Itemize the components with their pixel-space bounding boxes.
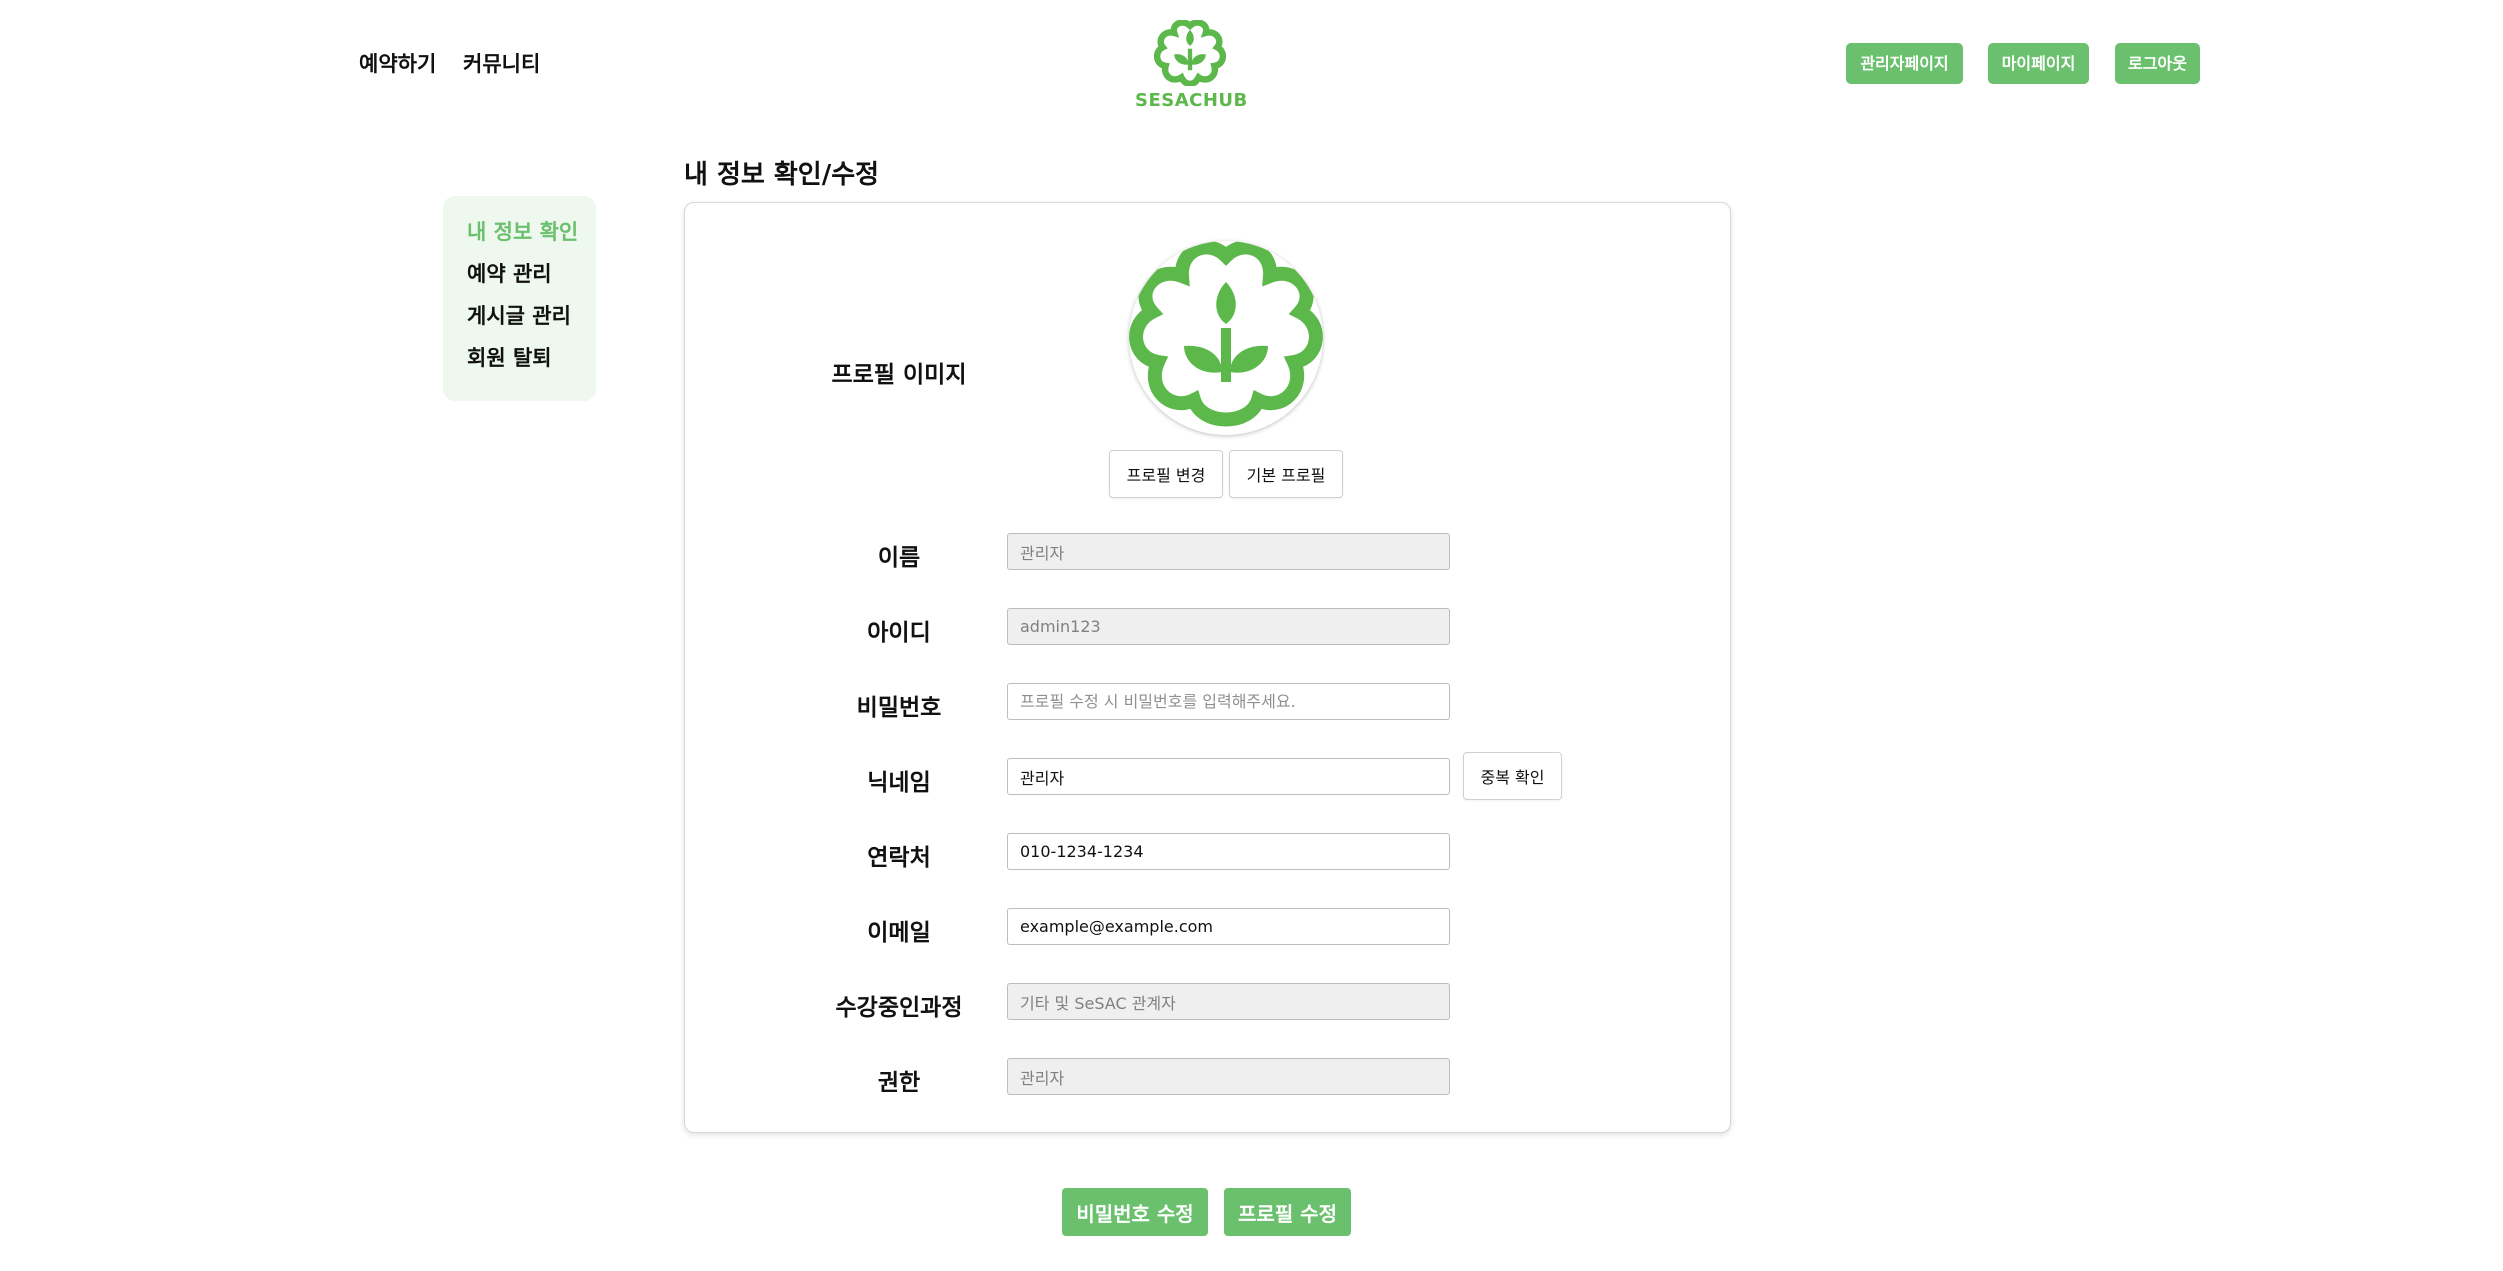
password-label: 비밀번호 — [856, 695, 942, 721]
default-profile-button[interactable]: 기본 프로필 — [1229, 450, 1343, 498]
page-title: 내 정보 확인/수정 — [684, 160, 880, 190]
change-profile-button[interactable]: 프로필 변경 — [1109, 450, 1223, 498]
password-input[interactable] — [1007, 683, 1450, 720]
sidebar-item-my-info[interactable]: 내 정보 확인 — [467, 218, 596, 260]
sesachub-logo[interactable]: SESACHUB — [1135, 20, 1248, 116]
nav-reservation-link[interactable]: 예약하기 — [359, 48, 436, 78]
admin-page-button[interactable]: 관리자페이지 — [1846, 43, 1963, 84]
name-field — [1007, 533, 1450, 570]
sidebar-item-withdraw[interactable]: 회원 탈퇴 — [467, 344, 596, 386]
name-label: 이름 — [877, 545, 921, 571]
top-header: 예약하기 커뮤니티 SESACHUB 관리자페이지 마이페이지 로그아웃 — [0, 0, 2503, 130]
email-input[interactable] — [1007, 908, 1450, 945]
avatar-sprout-icon — [1129, 241, 1323, 427]
phone-label: 연락처 — [867, 845, 931, 871]
course-label: 수강중인과정 — [835, 995, 963, 1021]
change-password-button[interactable]: 비밀번호 수정 — [1062, 1188, 1208, 1236]
logo-text: SESACHUB — [1135, 90, 1248, 111]
sidebar-item-reservations[interactable]: 예약 관리 — [467, 260, 596, 302]
logout-button[interactable]: 로그아웃 — [2115, 43, 2200, 84]
logo-sprout-icon — [1154, 20, 1226, 86]
nickname-check-button[interactable]: 중복 확인 — [1463, 752, 1562, 800]
mypage-button[interactable]: 마이페이지 — [1988, 43, 2089, 84]
update-profile-button[interactable]: 프로필 수정 — [1224, 1188, 1351, 1236]
email-label: 이메일 — [867, 920, 931, 946]
user-id-field — [1007, 608, 1450, 645]
sidebar-item-posts[interactable]: 게시글 관리 — [467, 302, 596, 344]
course-field — [1007, 983, 1450, 1020]
user-id-label: 아이디 — [867, 620, 931, 646]
phone-input[interactable] — [1007, 833, 1450, 870]
nickname-input[interactable] — [1007, 758, 1450, 795]
mypage-sidebar: 내 정보 확인 예약 관리 게시글 관리 회원 탈퇴 — [443, 196, 596, 401]
nav-community-link[interactable]: 커뮤니티 — [463, 48, 540, 78]
role-field — [1007, 1058, 1450, 1095]
profile-image-label: 프로필 이미지 — [831, 362, 967, 388]
role-label: 권한 — [877, 1070, 921, 1096]
profile-avatar — [1129, 241, 1323, 435]
nickname-label: 닉네임 — [867, 770, 931, 796]
